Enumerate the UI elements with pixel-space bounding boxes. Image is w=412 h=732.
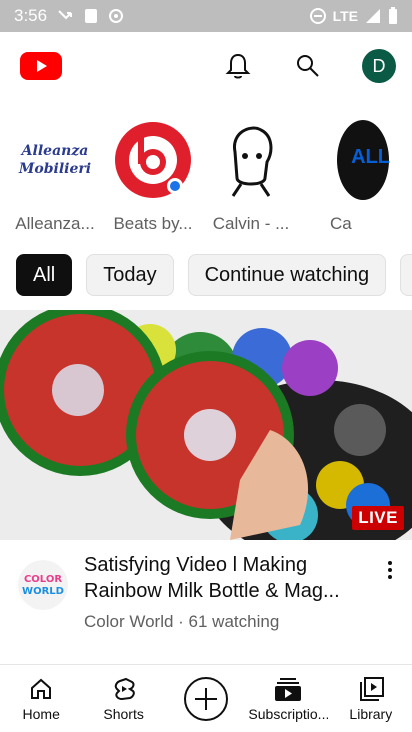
channel-thumbnail <box>211 120 291 200</box>
nav-shorts[interactable]: Shorts <box>82 665 164 732</box>
video-channel-avatar[interactable]: COLOR WORLD <box>18 560 68 610</box>
dnd-icon <box>309 8 326 24</box>
svg-text:WORLD: WORLD <box>22 586 64 597</box>
shorts-icon <box>114 677 135 700</box>
color-world-logo: COLOR WORLD <box>18 560 68 610</box>
storage-icon <box>85 9 98 23</box>
nav-create[interactable] <box>165 665 247 732</box>
video-title[interactable]: Satisfying Video l Making Rainbow Milk B… <box>84 552 380 604</box>
notifications-button[interactable] <box>222 50 254 82</box>
account-avatar[interactable]: D <box>362 49 396 83</box>
signal-icon <box>366 9 380 23</box>
nav-library[interactable]: Library <box>330 665 412 732</box>
video-subtitle: Color World · 61 watching <box>84 612 280 631</box>
home-icon <box>31 678 52 699</box>
chip-continue-watching[interactable]: Continue watching <box>187 254 387 296</box>
more-vert-icon <box>388 561 392 579</box>
channel-name: Beats by... <box>113 214 193 233</box>
status-time: 3:56 <box>14 6 48 25</box>
channel-item[interactable]: Beats by... <box>110 100 196 240</box>
app-bar: D <box>0 32 412 100</box>
channel-thumbnail: Alleanza Mobilieri <box>15 120 95 200</box>
bottom-navigation: Home Shorts Subscriptio... Library <box>0 664 412 732</box>
create-icon <box>184 676 229 721</box>
network-type: LTE <box>332 8 358 24</box>
video-metadata: COLOR WORLD Satisfying Video l Making Ra… <box>0 552 412 652</box>
nav-label: Subscriptio... <box>248 705 329 722</box>
video-thumbnail[interactable]: LIVE <box>0 310 412 540</box>
channel-thumbnail <box>113 120 193 200</box>
channel-item[interactable]: Calvin - ... <box>208 100 294 240</box>
filter-chips: All Today Continue watching <box>0 254 412 300</box>
channel-name: Alleanza... <box>15 214 95 233</box>
calvin-avatar-icon <box>231 126 273 197</box>
alleanza-logo: Alleanza Mobilieri <box>18 143 92 177</box>
subscriptions-icon <box>275 677 302 701</box>
more-options-button[interactable] <box>380 560 400 584</box>
new-content-dot <box>167 178 183 194</box>
youtube-logo[interactable] <box>20 52 62 80</box>
live-badge: LIVE <box>352 506 404 530</box>
status-bar: 3:56 LTE <box>0 0 412 32</box>
search-button[interactable] <box>292 50 324 82</box>
sync-icon <box>109 9 124 23</box>
chip-all[interactable]: All <box>16 254 73 296</box>
svg-text:COLOR: COLOR <box>24 574 62 585</box>
nav-label: Library <box>349 705 393 722</box>
library-icon <box>359 676 384 701</box>
bell-icon <box>225 53 251 79</box>
battery-icon <box>389 7 397 24</box>
channel-item[interactable]: Ca <box>306 100 392 240</box>
subscribed-channels-row: Alleanza Mobilieri Alleanza... Beats by.… <box>0 100 412 240</box>
channel-name: Calvin - ... <box>212 214 290 233</box>
chip-more[interactable] <box>400 254 412 296</box>
nav-home[interactable]: Home <box>0 665 82 732</box>
all-channels-link[interactable]: ALL <box>351 146 390 169</box>
thumbnail-image <box>0 310 412 540</box>
nav-label: Home <box>22 705 60 722</box>
nav-subscriptions[interactable]: Subscriptio... <box>247 665 329 732</box>
chip-today[interactable]: Today <box>86 254 174 296</box>
channel-item[interactable]: Alleanza Mobilieri Alleanza... <box>12 100 98 240</box>
missed-call-icon <box>58 10 73 20</box>
nav-label: Shorts <box>103 705 144 722</box>
search-icon <box>297 55 319 77</box>
channel-name: Ca <box>330 214 352 233</box>
